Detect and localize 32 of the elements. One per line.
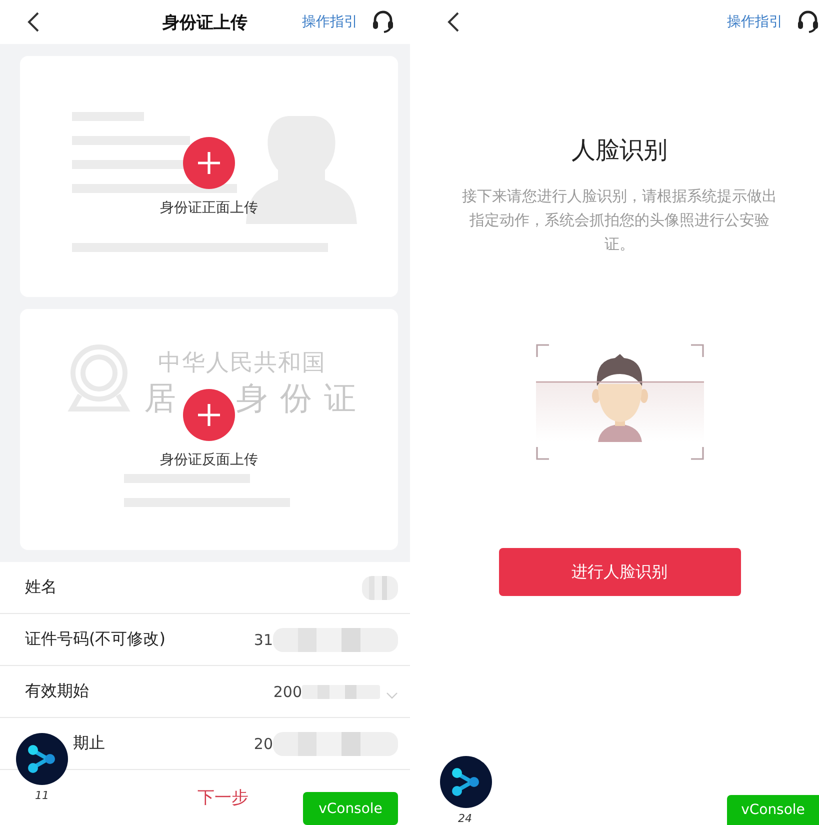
field-value: 200: [273, 682, 302, 700]
plus-icon: [197, 403, 221, 427]
field-label: 有效期始: [25, 681, 89, 702]
add-button[interactable]: [183, 137, 235, 189]
field-label: 证件号码(不可修改): [25, 629, 166, 650]
headset-icon[interactable]: [797, 10, 819, 34]
nodes-icon: [26, 743, 58, 775]
badge-number: 11: [35, 789, 49, 802]
description-text: 接下来请您进行人脸识别，请根据系统提示做出指定动作，系统会抓拍您的头像照进行公安验证。: [461, 186, 778, 255]
add-button[interactable]: [183, 389, 235, 441]
floating-app-button[interactable]: [440, 756, 492, 808]
next-step-button[interactable]: 下一步: [162, 786, 248, 809]
back-icon[interactable]: [446, 11, 460, 33]
field-label: 姓名: [25, 577, 57, 598]
guide-link[interactable]: 操作指引: [727, 13, 783, 31]
page-title: 身份证上传: [162, 12, 248, 34]
field-label: 期止: [73, 733, 105, 754]
upload-label: 身份证正面上传: [160, 199, 258, 217]
section-title: 人脸识别: [572, 135, 668, 166]
headset-icon[interactable]: [372, 10, 394, 34]
nodes-icon: [450, 766, 482, 798]
start-face-recognition-button[interactable]: 进行人脸识别: [498, 548, 740, 596]
upload-label: 身份证反面上传: [160, 451, 258, 469]
badge-number: 24: [458, 812, 472, 825]
back-icon[interactable]: [26, 11, 40, 33]
id-card-upload-card[interactable]: 身份证正面上传: [20, 56, 398, 297]
vconsole-button[interactable]: vConsole: [303, 792, 398, 825]
field-value: 20: [254, 734, 273, 752]
vconsole-button[interactable]: vConsole: [727, 795, 819, 825]
field-value: 31: [254, 630, 273, 648]
plus-icon: [197, 151, 221, 175]
guide-link[interactable]: 操作指引: [302, 13, 358, 31]
